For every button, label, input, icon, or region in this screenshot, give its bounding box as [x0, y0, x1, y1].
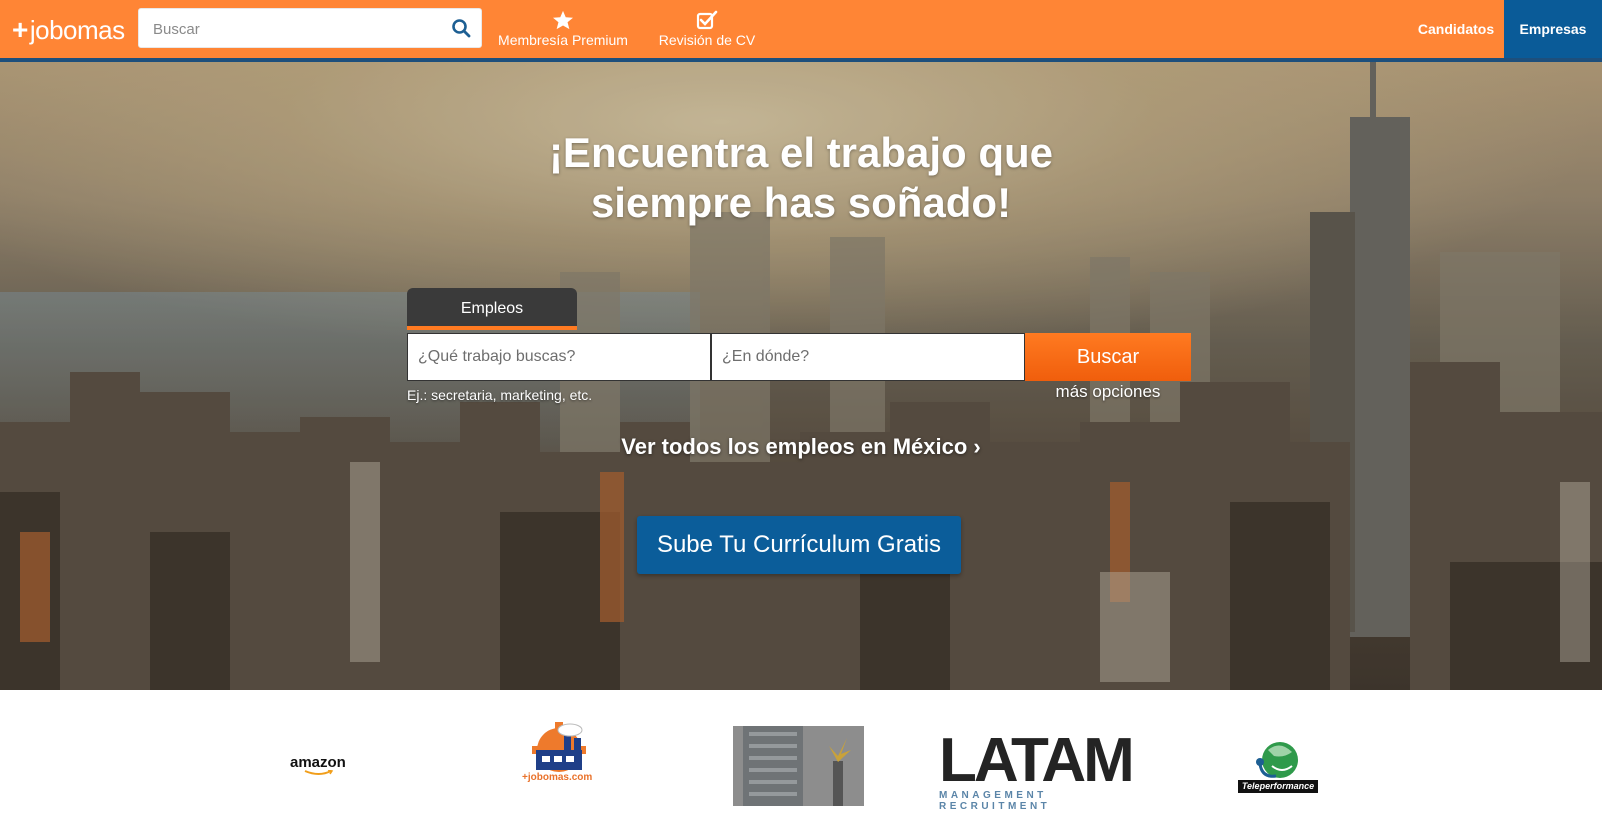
nav-premium-membership[interactable]: Membresía Premium: [495, 10, 631, 52]
location-input[interactable]: [712, 334, 1024, 380]
partner-logos: amazon +jobomas.com LATAM MANAGEMENT REC…: [0, 690, 1602, 837]
search-icon[interactable]: [451, 18, 471, 38]
hero-headline: ¡Encuentra el trabajo que siempre has so…: [0, 128, 1602, 228]
star-icon: [553, 10, 573, 30]
search-button[interactable]: Buscar: [1025, 333, 1191, 381]
teleperformance-logo-text: Teleperformance: [1238, 780, 1318, 793]
header-search: [138, 8, 482, 49]
jobomas-logo-caption: +jobomas.com: [522, 772, 593, 783]
hero-banner: ¡Encuentra el trabajo que siempre has so…: [0, 62, 1602, 690]
tab-empleos[interactable]: Empleos: [407, 288, 577, 330]
globe-headset-icon: [1256, 742, 1298, 778]
nav-candidatos[interactable]: Candidatos: [1410, 0, 1502, 58]
location-field: [711, 333, 1025, 381]
headline-line-1: ¡Encuentra el trabajo que: [548, 129, 1054, 176]
teleperformance-logo[interactable]: Teleperformance: [1238, 740, 1320, 796]
building-photo-logo[interactable]: [733, 726, 864, 806]
amazon-logo-text: amazon: [290, 754, 346, 771]
search-hint: Ej.: secretaria, marketing, etc.: [407, 387, 593, 403]
tower-angel-image: [733, 726, 864, 806]
headline-line-2: siempre has soñado!: [590, 179, 1012, 226]
amazon-logo[interactable]: amazon: [290, 754, 346, 776]
checkbox-icon: [696, 10, 718, 30]
nav-cv-label: Revisión de CV: [658, 32, 756, 48]
nav-empresas[interactable]: Empresas: [1504, 0, 1602, 58]
upload-cv-button[interactable]: Sube Tu Currículum Gratis: [637, 516, 961, 574]
factory-gear-icon: [532, 722, 586, 772]
more-options-link[interactable]: más opciones: [1025, 382, 1191, 402]
header-search-input[interactable]: [151, 9, 445, 49]
site-logo[interactable]: + jobomas: [12, 10, 125, 50]
nav-premium-label: Membresía Premium: [498, 32, 628, 48]
job-query-field: [407, 333, 711, 381]
nav-cv-review[interactable]: Revisión de CV: [655, 10, 759, 52]
latam-logo[interactable]: LATAM MANAGEMENT RECRUITMENT: [939, 726, 1139, 813]
see-all-jobs-link[interactable]: Ver todos los empleos en México ›: [0, 434, 1602, 460]
job-query-input[interactable]: [408, 334, 710, 380]
logo-plus: +: [12, 14, 28, 45]
jobomas-partner-logo[interactable]: +jobomas.com: [520, 720, 600, 783]
latam-logo-text: LATAM: [939, 726, 1135, 795]
logo-text: jobomas: [29, 14, 125, 45]
top-navbar: + jobomas Membresía Premium Revisión de …: [0, 0, 1602, 62]
